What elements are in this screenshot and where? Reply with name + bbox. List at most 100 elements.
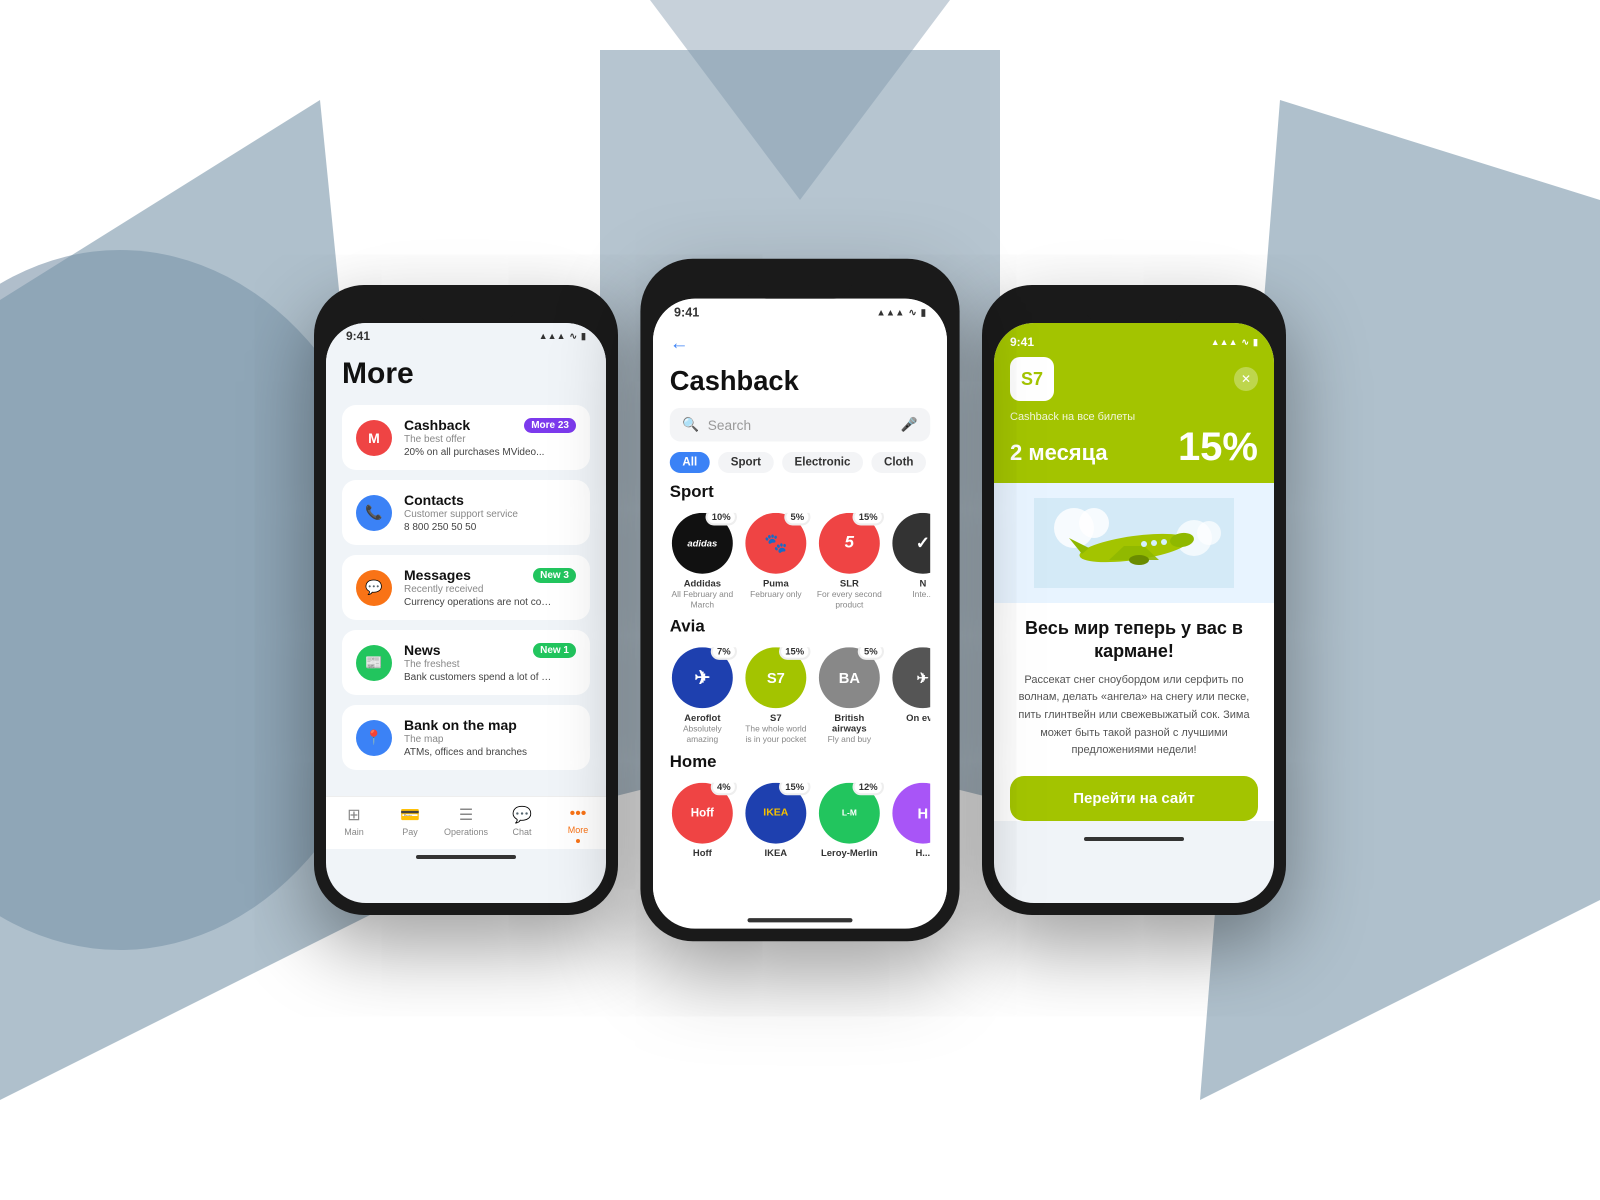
more-label: More <box>568 825 589 835</box>
news-badge: New 1 <box>533 643 576 658</box>
home-section: Home Hoff 4% Hoff <box>653 753 947 867</box>
nav-operations[interactable]: ☰ Operations <box>438 805 494 843</box>
bottom-nav: ⊞ Main 💳 Pay ☰ Operations 💬 Chat ••• <box>326 796 606 849</box>
ikea-item[interactable]: IKEA 15% IKEA <box>743 782 808 859</box>
s7-circle: S7 15% <box>745 647 806 708</box>
filter-cloth[interactable]: Cloth <box>871 452 926 473</box>
status-bar-2: 9:41 ▲▲▲ ∿ ▮ <box>653 299 947 324</box>
filter-electronic[interactable]: Electronic <box>782 452 863 473</box>
s7-cashback-label: Cashback на все билеты <box>1010 411 1258 423</box>
time-1: 9:41 <box>346 329 370 343</box>
back-button[interactable]: ← <box>670 332 689 354</box>
sport-title: Sport <box>670 483 930 502</box>
news-card[interactable]: 📰 News New 1 The freshest Bank customers… <box>342 630 590 695</box>
s7-body: Рассекат снег сноубордом или серфить по … <box>994 672 1274 776</box>
nav-more[interactable]: ••• More <box>550 805 606 843</box>
contacts-text: Contacts Customer support service 8 800 … <box>404 492 576 533</box>
battery-icon-2: ▮ <box>921 307 926 319</box>
nav-main[interactable]: ⊞ Main <box>326 805 382 843</box>
adidas-name: Addidas <box>684 578 721 589</box>
filter-sport[interactable]: Sport <box>718 452 773 473</box>
cashback-subtitle: The best offer <box>404 434 576 445</box>
cashback-page-title: Cashback <box>653 365 947 408</box>
sport-section: Sport adidas 10% Addidas All February an… <box>653 483 947 618</box>
aeroflot-percent: 7% <box>711 647 737 660</box>
cashback-label: Cashback <box>404 417 470 433</box>
filter-tabs: All Sport Electronic Cloth <box>653 452 947 484</box>
slr-desc: For every second product <box>817 590 882 610</box>
s7-name: S7 <box>770 713 782 724</box>
messages-subtitle: Recently received <box>404 584 576 595</box>
contacts-desc: 8 800 250 50 50 <box>404 522 554 533</box>
main-label: Main <box>344 827 364 837</box>
other-avia-name: On ev... <box>906 713 930 724</box>
s7-offer-text: 2 месяца <box>1010 440 1108 466</box>
other-home-circle: H <box>892 782 930 843</box>
slr-circle: 5 15% <box>819 513 880 574</box>
leroy-item[interactable]: L-M 12% Leroy-Merlin <box>817 782 882 859</box>
messages-card[interactable]: 💬 Messages New 3 Recently received Curre… <box>342 555 590 620</box>
other-avia-item[interactable]: ✈ On ev... <box>890 647 930 744</box>
cashback-content: ← Cashback 🔍 Search 🎤 All Sport Electron… <box>653 324 947 912</box>
slr-item[interactable]: 5 15% SLR For every second product <box>817 513 882 610</box>
british-item[interactable]: BA 5% British airways Fly and buy <box>817 647 882 744</box>
adidas-item[interactable]: adidas 10% Addidas All February and Marc… <box>670 513 735 610</box>
nike-item[interactable]: ✓ N Inte... <box>890 513 930 610</box>
signal-icon-2: ▲▲▲ <box>876 307 904 318</box>
news-text: News New 1 The freshest Bank customers s… <box>404 642 576 683</box>
cashback-icon: M <box>356 420 392 456</box>
news-subtitle: The freshest <box>404 659 576 670</box>
british-circle: BA 5% <box>819 647 880 708</box>
other-home-item[interactable]: H H... <box>890 782 930 859</box>
other-avia-circle: ✈ <box>892 647 930 708</box>
home-indicator-2 <box>748 918 853 922</box>
phone-cashback: 9:41 ▲▲▲ ∿ ▮ ← Cashback 🔍 Search 🎤 <box>640 259 959 942</box>
news-label: News <box>404 642 441 658</box>
s7-item[interactable]: S7 15% S7 The whole world is in your poc… <box>743 647 808 744</box>
home-section-title: Home <box>670 753 930 772</box>
british-desc: Fly and buy <box>828 735 871 745</box>
british-percent: 5% <box>858 647 884 660</box>
filter-all[interactable]: All <box>670 452 710 473</box>
status-bar-3: 9:41 ▲▲▲ ∿ ▮ <box>1010 331 1258 357</box>
home-indicator-1 <box>416 855 516 859</box>
operations-label: Operations <box>444 827 488 837</box>
plane-illustration <box>1034 498 1234 588</box>
puma-desc: February only <box>750 590 801 600</box>
search-bar[interactable]: 🔍 Search 🎤 <box>670 408 930 442</box>
plane-section <box>994 483 1274 603</box>
close-button[interactable]: ✕ <box>1234 367 1258 391</box>
mic-icon: 🎤 <box>901 416 918 433</box>
bank-map-desc: ATMs, offices and branches <box>404 747 554 758</box>
time-3: 9:41 <box>1010 335 1034 349</box>
contacts-card[interactable]: 📞 Contacts Customer support service 8 80… <box>342 480 590 545</box>
s7-content: Весь мир теперь у вас в кармане! Рассека… <box>994 603 1274 821</box>
hoff-name: Hoff <box>693 848 712 859</box>
hoff-circle: Hoff 4% <box>672 782 733 843</box>
leroy-circle: L-M 12% <box>819 782 880 843</box>
nav-chat[interactable]: 💬 Chat <box>494 805 550 843</box>
bank-map-card[interactable]: 📍 Bank on the map The map ATMs, offices … <box>342 705 590 770</box>
nike-name: N <box>919 578 926 589</box>
nav-pay[interactable]: 💳 Pay <box>382 805 438 843</box>
battery-icon: ▮ <box>581 331 586 342</box>
pay-icon: 💳 <box>400 805 420 825</box>
status-icons-1: ▲▲▲ ∿ ▮ <box>539 331 586 342</box>
s7-cta-button[interactable]: Перейти на сайт <box>1010 776 1258 821</box>
more-content: More M Cashback More 23 The best offer 2… <box>326 347 606 796</box>
puma-item[interactable]: 🐾 5% Puma February only <box>743 513 808 610</box>
ikea-circle: IKEA 15% <box>745 782 806 843</box>
battery-icon-3: ▮ <box>1253 337 1258 348</box>
phones-container: 9:41 ▲▲▲ ∿ ▮ More M Cashback <box>314 275 1286 925</box>
contacts-icon: 📞 <box>356 495 392 531</box>
notch-1 <box>416 297 516 323</box>
puma-percent: 5% <box>784 513 810 526</box>
cashback-card[interactable]: M Cashback More 23 The best offer 20% on… <box>342 405 590 470</box>
leroy-percent: 12% <box>852 782 884 795</box>
signal-icon: ▲▲▲ <box>539 331 566 341</box>
more-icon: ••• <box>570 805 587 823</box>
notch-3 <box>1084 297 1184 323</box>
hoff-item[interactable]: Hoff 4% Hoff <box>670 782 735 859</box>
leroy-name: Leroy-Merlin <box>821 848 878 859</box>
aeroflot-item[interactable]: ✈ 7% Aeroflot Absolutely amazing <box>670 647 735 744</box>
